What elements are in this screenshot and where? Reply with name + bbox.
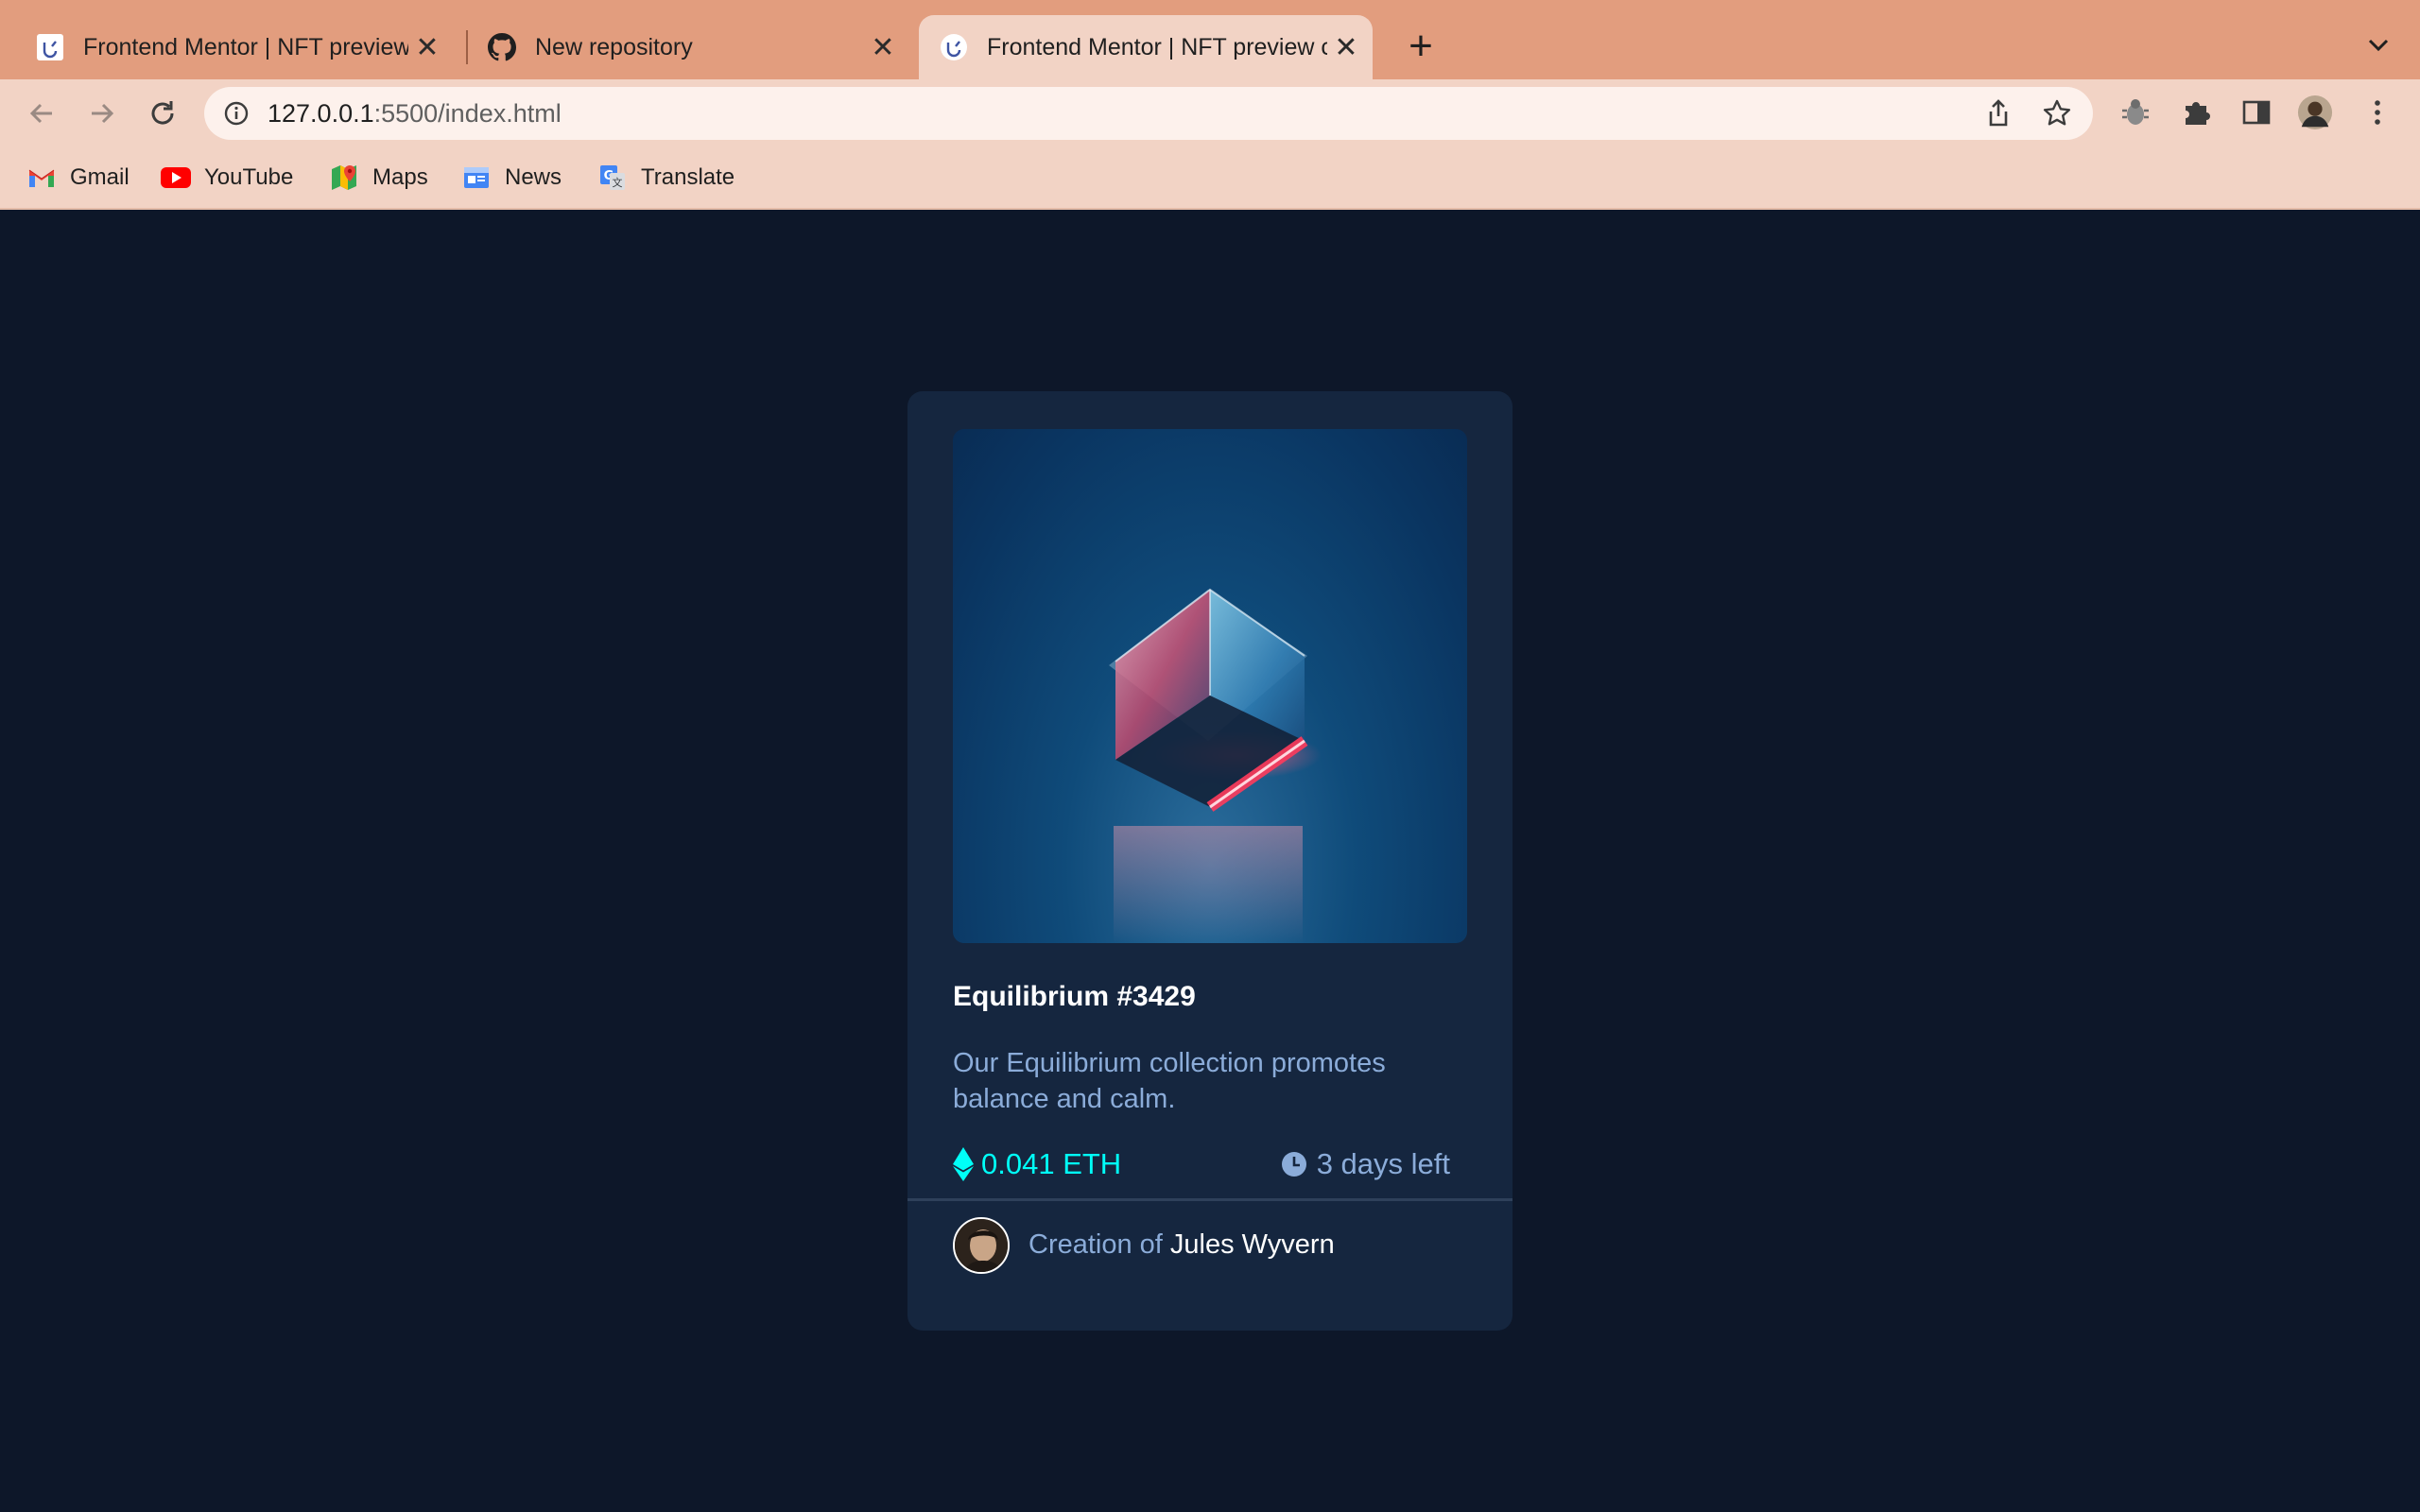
profile-avatar-icon[interactable] — [2297, 94, 2333, 130]
time-left-value: 3 days left — [1316, 1147, 1450, 1180]
site-info-icon[interactable] — [223, 100, 250, 127]
bug-extension-icon[interactable] — [2118, 94, 2153, 130]
url-path: :5500/index.html — [373, 99, 562, 128]
bookmark-label: Maps — [372, 164, 428, 190]
close-icon[interactable]: ✕ — [1327, 31, 1365, 64]
maps-icon — [329, 163, 359, 193]
time-left: 3 days left — [1281, 1147, 1450, 1181]
bookmark-star-icon[interactable] — [2042, 98, 2072, 129]
ethereum-icon — [953, 1147, 974, 1181]
url-text: 127.0.0.1:5500/index.html — [268, 99, 562, 129]
card-divider — [908, 1198, 1512, 1201]
nft-card: Equilibrium #3429 Our Equilibrium collec… — [908, 391, 1512, 1331]
bookmark-label: News — [505, 164, 562, 190]
bookmark-youtube[interactable]: YouTube — [161, 159, 293, 197]
reload-icon[interactable] — [142, 93, 183, 134]
avatar — [953, 1217, 1010, 1274]
bookmark-translate[interactable]: G文 Translate — [597, 159, 735, 197]
chevron-down-icon[interactable] — [2361, 26, 2395, 64]
bookmark-gmail[interactable]: Gmail — [26, 159, 130, 197]
bookmark-maps[interactable]: Maps — [329, 159, 428, 197]
tab-title: Frontend Mentor | NFT preview card compo… — [83, 33, 408, 60]
close-icon[interactable]: ✕ — [864, 31, 902, 64]
translate-icon: G文 — [597, 163, 628, 193]
browser-toolbar: 127.0.0.1:5500/index.html — [0, 79, 2420, 146]
url-host: 127.0.0.1 — [268, 99, 374, 128]
creation-prefix: Creation of — [1028, 1229, 1163, 1260]
tab-title: New repository — [535, 33, 693, 60]
tab-new-repository[interactable]: New repository ✕ — [452, 15, 909, 79]
side-panel-icon[interactable] — [2238, 94, 2274, 130]
gmail-icon — [26, 163, 57, 193]
tab-frontend-mentor-1[interactable]: Frontend Mentor | NFT preview card compo… — [0, 15, 454, 79]
price-value: 0.041 ETH — [981, 1147, 1122, 1180]
clock-icon — [1281, 1151, 1307, 1177]
github-icon — [488, 33, 516, 61]
tab-title: Frontend Mentor | NFT preview card compo… — [987, 33, 1327, 60]
close-icon[interactable]: ✕ — [408, 31, 446, 64]
frontend-mentor-icon — [940, 33, 968, 61]
tab-strip: Frontend Mentor | NFT preview card compo… — [0, 0, 2420, 79]
bookmark-label: YouTube — [204, 164, 294, 190]
back-icon[interactable] — [21, 93, 62, 134]
creator-name[interactable]: Jules Wyvern — [1170, 1229, 1335, 1260]
youtube-icon — [161, 163, 191, 193]
address-bar[interactable]: 127.0.0.1:5500/index.html — [204, 87, 2093, 140]
bookmark-label: Gmail — [70, 164, 130, 190]
nft-image[interactable] — [953, 429, 1467, 943]
tab-frontend-mentor-active[interactable]: Frontend Mentor | NFT preview card compo… — [919, 15, 1373, 79]
creator-credit: Creation of Jules Wyvern — [1028, 1229, 1335, 1261]
bookmark-news[interactable]: News — [461, 159, 562, 197]
nft-title[interactable]: Equilibrium #3429 — [953, 981, 1196, 1013]
new-tab-button[interactable]: + — [1397, 23, 1444, 70]
bookmark-label: Translate — [641, 164, 735, 190]
bookmarks-bar: Gmail YouTube Maps News G文 Translate — [0, 146, 2420, 210]
share-icon[interactable] — [1983, 98, 2014, 129]
forward-icon[interactable] — [81, 93, 123, 134]
price: 0.041 ETH — [953, 1147, 1121, 1181]
nft-description: Our Equilibrium collection promotes bala… — [953, 1048, 1386, 1114]
svg-text:文: 文 — [613, 176, 623, 189]
extensions-puzzle-icon[interactable] — [2178, 94, 2214, 130]
more-menu-icon[interactable] — [2360, 94, 2395, 130]
news-icon — [461, 163, 492, 193]
frontend-mentor-icon — [36, 33, 64, 61]
